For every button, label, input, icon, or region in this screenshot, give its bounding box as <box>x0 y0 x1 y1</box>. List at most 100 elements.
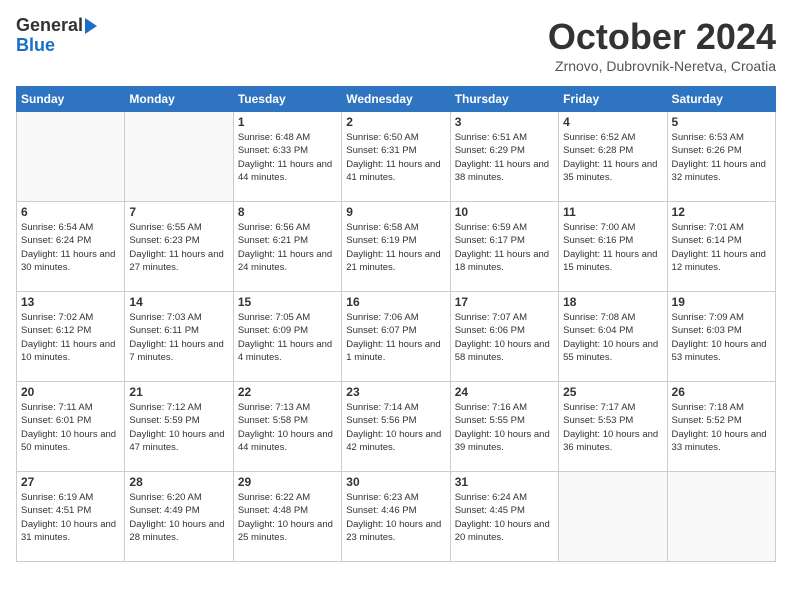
calendar-cell: 16Sunrise: 7:06 AMSunset: 6:07 PMDayligh… <box>342 292 450 382</box>
calendar-cell: 11 Sunrise: 7:00 AMSunset: 6:16 PMDayligh… <box>559 202 667 292</box>
calendar-cell: 8 Sunrise: 6:56 AMSunset: 6:21 PMDaylight… <box>233 202 341 292</box>
calendar-cell: 9 Sunrise: 6:58 AMSunset: 6:19 PMDaylight… <box>342 202 450 292</box>
calendar-cell: 23Sunrise: 7:14 AMSunset: 5:56 PMDayligh… <box>342 382 450 472</box>
day-info: Sunrise: 6:58 AMSunset: 6:19 PMDaylight:… <box>346 221 445 274</box>
day-number: 25 <box>563 385 662 399</box>
day-info: Sunrise: 7:11 AMSunset: 6:01 PMDaylight:… <box>21 401 120 454</box>
day-number: 14 <box>129 295 228 309</box>
calendar-cell: 10 Sunrise: 6:59 AMSunset: 6:17 PMDayligh… <box>450 202 558 292</box>
day-number: 13 <box>21 295 120 309</box>
calendar-cell: 29 Sunrise: 6:22 AMSunset: 4:48 PMDayligh… <box>233 472 341 562</box>
day-info: Sunrise: 6:50 AMSunset: 6:31 PMDaylight:… <box>346 131 445 184</box>
day-info: Sunrise: 6:59 AMSunset: 6:17 PMDaylight:… <box>455 221 554 274</box>
weekday-header-row: SundayMondayTuesdayWednesdayThursdayFrid… <box>17 87 776 112</box>
calendar-cell: 4 Sunrise: 6:52 AMSunset: 6:28 PMDaylight… <box>559 112 667 202</box>
day-number: 2 <box>346 115 445 129</box>
day-info: Sunrise: 6:23 AMSunset: 4:46 PMDaylight:… <box>346 491 445 544</box>
calendar-cell: 3Sunrise: 6:51 AMSunset: 6:29 PMDaylight… <box>450 112 558 202</box>
day-number: 28 <box>129 475 228 489</box>
calendar-cell: 13 Sunrise: 7:02 AMSunset: 6:12 PMDayligh… <box>17 292 125 382</box>
calendar-cell: 18 Sunrise: 7:08 AMSunset: 6:04 PMDayligh… <box>559 292 667 382</box>
week-row-3: 13 Sunrise: 7:02 AMSunset: 6:12 PMDayligh… <box>17 292 776 382</box>
day-info: Sunrise: 7:05 AMSunset: 6:09 PMDaylight:… <box>238 311 337 364</box>
weekday-header-thursday: Thursday <box>450 87 558 112</box>
day-info: Sunrise: 7:06 AMSunset: 6:07 PMDaylight:… <box>346 311 445 364</box>
day-number: 8 <box>238 205 337 219</box>
day-number: 24 <box>455 385 554 399</box>
day-info: Sunrise: 6:52 AMSunset: 6:28 PMDaylight:… <box>563 131 662 184</box>
day-number: 20 <box>21 385 120 399</box>
day-number: 18 <box>563 295 662 309</box>
calendar-cell: 17 Sunrise: 7:07 AMSunset: 6:06 PMDayligh… <box>450 292 558 382</box>
calendar-cell: 31 Sunrise: 6:24 AMSunset: 4:45 PMDayligh… <box>450 472 558 562</box>
day-number: 6 <box>21 205 120 219</box>
calendar-cell: 22 Sunrise: 7:13 AMSunset: 5:58 PMDayligh… <box>233 382 341 472</box>
day-info: Sunrise: 7:03 AMSunset: 6:11 PMDaylight:… <box>129 311 228 364</box>
logo: General Blue <box>16 16 97 56</box>
day-number: 17 <box>455 295 554 309</box>
day-info: Sunrise: 7:16 AMSunset: 5:55 PMDaylight:… <box>455 401 554 454</box>
day-info: Sunrise: 7:02 AMSunset: 6:12 PMDaylight:… <box>21 311 120 364</box>
day-number: 1 <box>238 115 337 129</box>
day-info: Sunrise: 6:56 AMSunset: 6:21 PMDaylight:… <box>238 221 337 274</box>
calendar-cell: 25 Sunrise: 7:17 AMSunset: 5:53 PMDayligh… <box>559 382 667 472</box>
day-number: 7 <box>129 205 228 219</box>
calendar-cell: 20 Sunrise: 7:11 AMSunset: 6:01 PMDayligh… <box>17 382 125 472</box>
day-info: Sunrise: 6:48 AMSunset: 6:33 PMDaylight:… <box>238 131 337 184</box>
page-header: General Blue October 2024 Zrnovo, Dubrov… <box>16 16 776 74</box>
calendar-cell: 28 Sunrise: 6:20 AMSunset: 4:49 PMDayligh… <box>125 472 233 562</box>
day-number: 19 <box>672 295 771 309</box>
calendar-cell <box>17 112 125 202</box>
week-row-4: 20 Sunrise: 7:11 AMSunset: 6:01 PMDayligh… <box>17 382 776 472</box>
day-info: Sunrise: 7:07 AMSunset: 6:06 PMDaylight:… <box>455 311 554 364</box>
title-block: October 2024 Zrnovo, Dubrovnik-Neretva, … <box>548 16 776 74</box>
day-number: 12 <box>672 205 771 219</box>
day-number: 21 <box>129 385 228 399</box>
day-number: 29 <box>238 475 337 489</box>
day-info: Sunrise: 7:12 AMSunset: 5:59 PMDaylight:… <box>129 401 228 454</box>
calendar-cell <box>559 472 667 562</box>
day-info: Sunrise: 6:53 AMSunset: 6:26 PMDaylight:… <box>672 131 771 184</box>
day-info: Sunrise: 7:17 AMSunset: 5:53 PMDaylight:… <box>563 401 662 454</box>
day-info: Sunrise: 6:22 AMSunset: 4:48 PMDaylight:… <box>238 491 337 544</box>
day-number: 10 <box>455 205 554 219</box>
day-info: Sunrise: 7:18 AMSunset: 5:52 PMDaylight:… <box>672 401 771 454</box>
calendar-table: SundayMondayTuesdayWednesdayThursdayFrid… <box>16 86 776 562</box>
logo-blue: Blue <box>16 36 55 56</box>
weekday-header-saturday: Saturday <box>667 87 775 112</box>
logo-general: General <box>16 16 83 36</box>
calendar-cell: 12Sunrise: 7:01 AMSunset: 6:14 PMDayligh… <box>667 202 775 292</box>
day-number: 27 <box>21 475 120 489</box>
calendar-cell: 15 Sunrise: 7:05 AMSunset: 6:09 PMDayligh… <box>233 292 341 382</box>
calendar-subtitle: Zrnovo, Dubrovnik-Neretva, Croatia <box>548 58 776 74</box>
weekday-header-sunday: Sunday <box>17 87 125 112</box>
day-info: Sunrise: 7:08 AMSunset: 6:04 PMDaylight:… <box>563 311 662 364</box>
calendar-cell: 6Sunrise: 6:54 AMSunset: 6:24 PMDaylight… <box>17 202 125 292</box>
weekday-header-monday: Monday <box>125 87 233 112</box>
calendar-cell <box>125 112 233 202</box>
day-info: Sunrise: 6:20 AMSunset: 4:49 PMDaylight:… <box>129 491 228 544</box>
calendar-cell: 5Sunrise: 6:53 AMSunset: 6:26 PMDaylight… <box>667 112 775 202</box>
day-number: 15 <box>238 295 337 309</box>
day-number: 26 <box>672 385 771 399</box>
day-info: Sunrise: 7:09 AMSunset: 6:03 PMDaylight:… <box>672 311 771 364</box>
calendar-cell: 24 Sunrise: 7:16 AMSunset: 5:55 PMDayligh… <box>450 382 558 472</box>
calendar-cell: 19 Sunrise: 7:09 AMSunset: 6:03 PMDayligh… <box>667 292 775 382</box>
day-number: 11 <box>563 205 662 219</box>
calendar-title: October 2024 <box>548 16 776 58</box>
day-info: Sunrise: 6:24 AMSunset: 4:45 PMDaylight:… <box>455 491 554 544</box>
calendar-cell: 1 Sunrise: 6:48 AMSunset: 6:33 PMDaylight… <box>233 112 341 202</box>
day-number: 22 <box>238 385 337 399</box>
week-row-1: 1 Sunrise: 6:48 AMSunset: 6:33 PMDaylight… <box>17 112 776 202</box>
day-number: 9 <box>346 205 445 219</box>
day-info: Sunrise: 7:13 AMSunset: 5:58 PMDaylight:… <box>238 401 337 454</box>
weekday-header-tuesday: Tuesday <box>233 87 341 112</box>
calendar-cell: 21 Sunrise: 7:12 AMSunset: 5:59 PMDayligh… <box>125 382 233 472</box>
day-number: 4 <box>563 115 662 129</box>
day-number: 30 <box>346 475 445 489</box>
calendar-cell: 30 Sunrise: 6:23 AMSunset: 4:46 PMDayligh… <box>342 472 450 562</box>
weekday-header-wednesday: Wednesday <box>342 87 450 112</box>
day-number: 31 <box>455 475 554 489</box>
day-info: Sunrise: 6:55 AMSunset: 6:23 PMDaylight:… <box>129 221 228 274</box>
day-info: Sunrise: 7:00 AMSunset: 6:16 PMDaylight:… <box>563 221 662 274</box>
